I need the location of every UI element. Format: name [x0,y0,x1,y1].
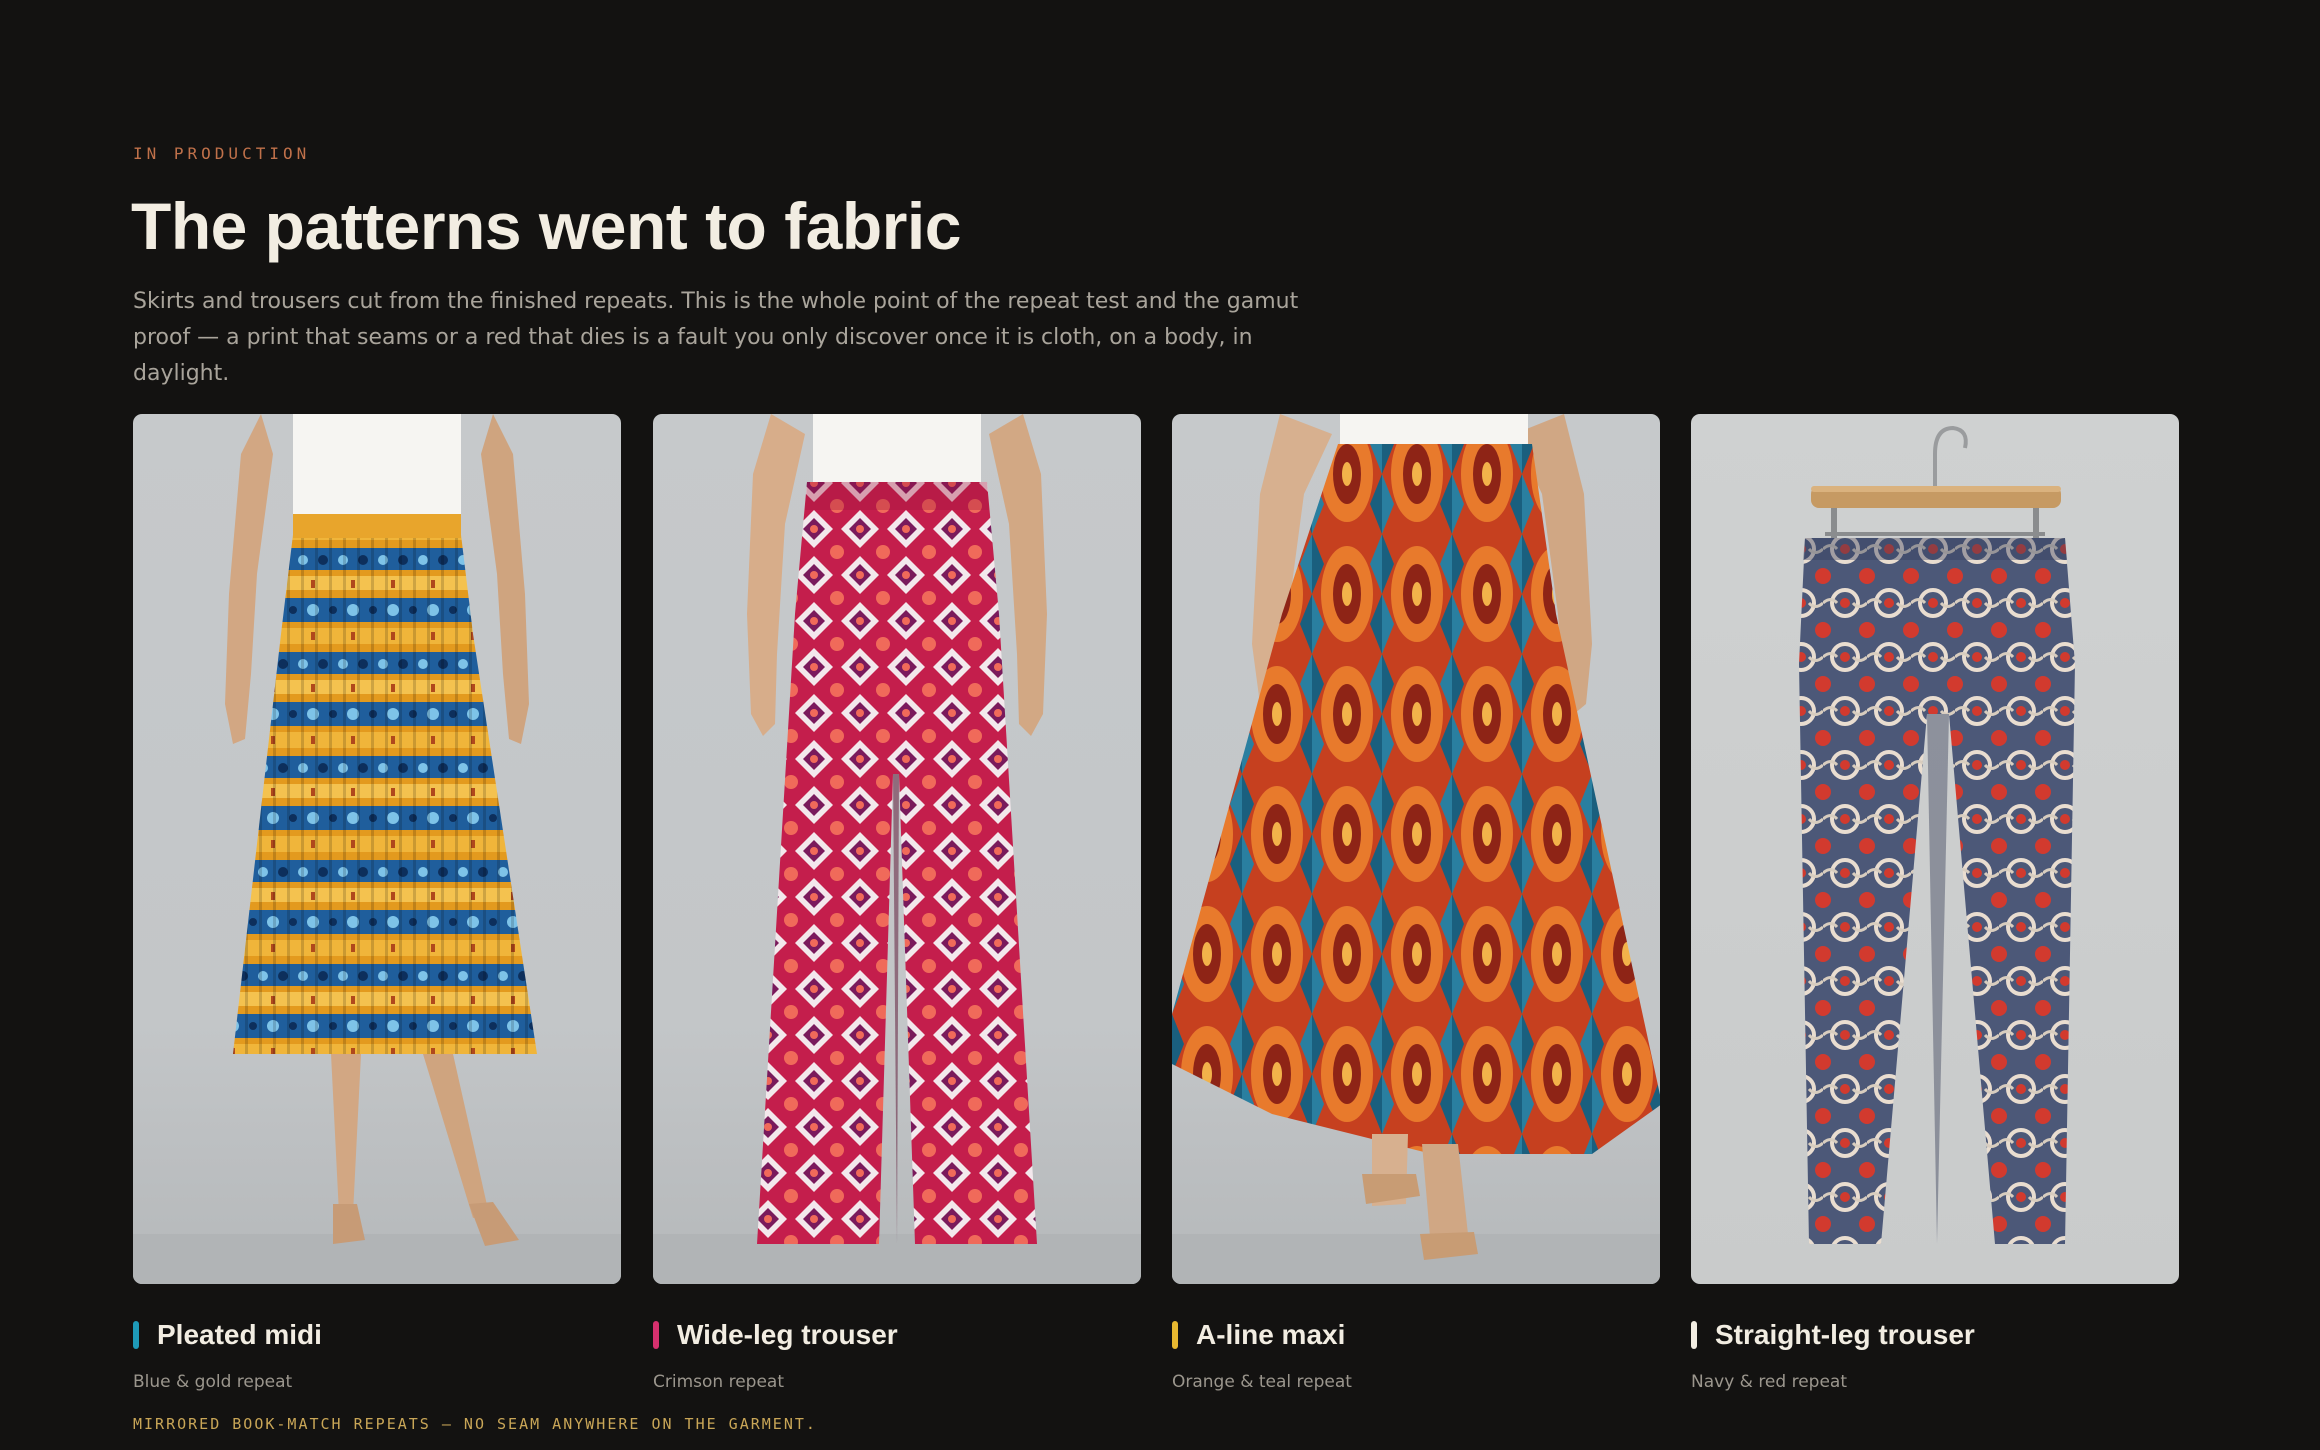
garment-name: Pleated midi [157,1319,322,1350]
garment-photo [1691,414,2179,1284]
garment-photo [653,414,1141,1284]
garment-name: Wide-leg trouser [677,1319,898,1350]
garment-title-row: Straight-leg trouser [1691,1318,1975,1352]
accent-swatch [1691,1321,1697,1349]
footnote: MIRRORED BOOK-MATCH REPEATS — NO SEAM AN… [133,1415,817,1433]
section-description: Skirts and trousers cut from the finishe… [133,289,1299,386]
garment-photo [133,414,621,1284]
garment-title-row: A-line maxi [1172,1318,1345,1352]
accent-swatch [653,1321,659,1349]
garment-card-a-line-maxi[interactable]: A-line maxi Orange & teal repeat [1172,414,1660,1392]
accent-swatch [1172,1321,1178,1349]
section-eyebrow: IN PRODUCTION [133,144,311,163]
garment-subtitle: Blue & gold repeat [133,1372,293,1392]
garment-subtitle: Navy & red repeat [1691,1372,1847,1392]
garment-name: A-line maxi [1196,1319,1346,1350]
accent-swatch [133,1321,139,1349]
garment-title-row: Wide-leg trouser [653,1318,898,1352]
page-title: The patterns went to fabric [131,189,961,263]
garment-subtitle: Orange & teal repeat [1172,1372,1352,1392]
garment-subtitle: Crimson repeat [653,1372,784,1392]
garment-title-row: Pleated midi [133,1318,322,1352]
garment-card-wide-leg-trouser[interactable]: Wide-leg trouser Crimson repeat [653,414,1141,1392]
garment-photo [1172,414,1660,1284]
garment-card-straight-leg-trouser[interactable]: Straight-leg trouser Navy & red repeat [1691,414,2179,1392]
garment-card-pleated-midi[interactable]: Pleated midi Blue & gold repeat [133,414,621,1392]
garment-name: Straight-leg trouser [1715,1319,1975,1350]
